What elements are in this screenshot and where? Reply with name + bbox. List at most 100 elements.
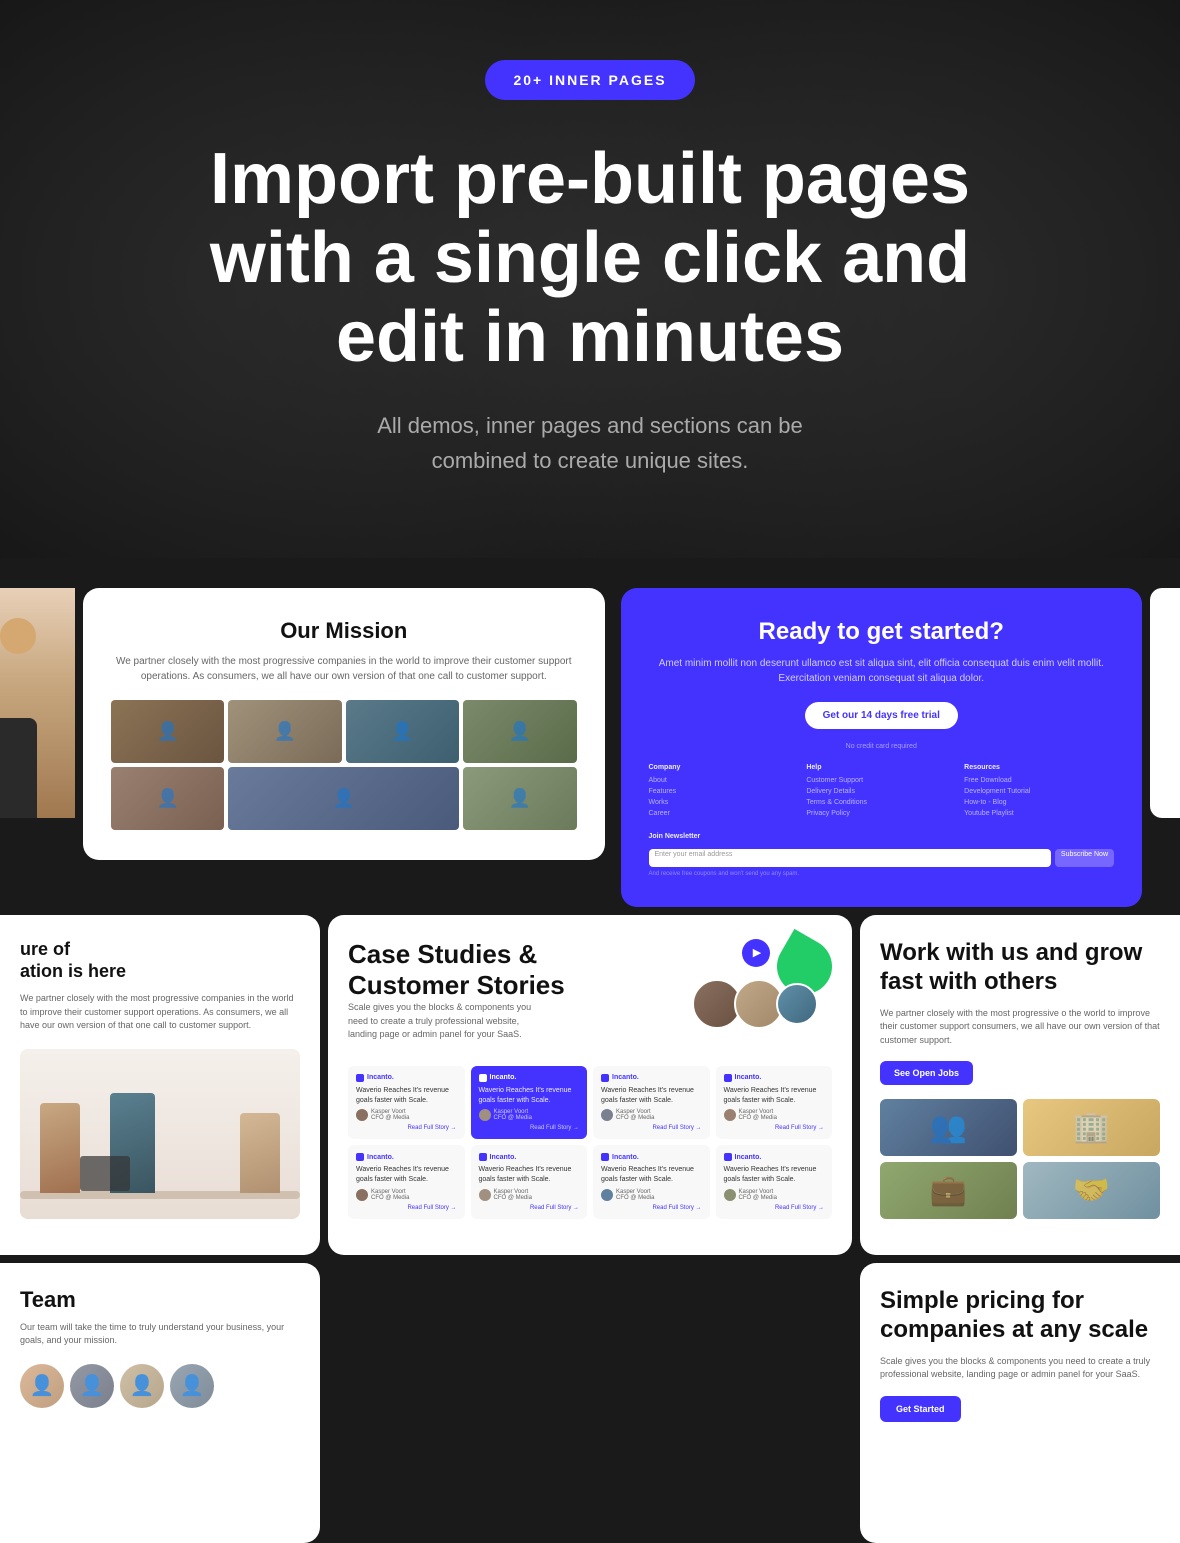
testimonial-text-6: Waverio Reaches It's revenue goals faste… (479, 1165, 580, 1185)
pricing-get-started-button[interactable]: Get Started (880, 1396, 961, 1422)
brand-7: Incanto. (601, 1153, 702, 1161)
mission-text: We partner closely with the most progres… (111, 654, 577, 684)
testimonial-text-5: Waverio Reaches It's revenue goals faste… (356, 1165, 457, 1185)
author-info-4: Kasper VoortCFO @ Media (739, 1109, 777, 1121)
footer-about: About (649, 777, 799, 784)
read-full-6[interactable]: Read Full Story → (479, 1205, 580, 1211)
work-photo-3: 💼 (880, 1162, 1017, 1219)
footer-delivery: Delivery Details (806, 788, 956, 795)
read-full-5[interactable]: Read Full Story → (356, 1205, 457, 1211)
brand-name-2: Incanto. (490, 1074, 517, 1081)
testimonial-text-4: Waverio Reaches It's revenue goals faste… (724, 1086, 825, 1106)
footer-features: Features (649, 788, 799, 795)
read-full-7[interactable]: Read Full Story → (601, 1205, 702, 1211)
person-1 (40, 1103, 80, 1193)
author-avatar-6 (479, 1189, 491, 1201)
work-photo-1: 👥 (880, 1099, 1017, 1156)
work-photo-2-icon: 🏢 (1023, 1099, 1160, 1156)
photo-4 (463, 700, 576, 763)
meeting-scene (20, 1049, 300, 1219)
work-photo-3-icon: 💼 (880, 1162, 1017, 1219)
author-4: Kasper VoortCFO @ Media (724, 1109, 825, 1121)
author-6: Kasper VoortCFO @ Media (479, 1189, 580, 1201)
footer-links: Company About Features Works Career Help… (649, 764, 1115, 817)
team-card: Team Our team will take the time to trul… (0, 1263, 320, 1543)
brand-dot-1 (356, 1074, 364, 1082)
brand-dot-7 (601, 1153, 609, 1161)
author-5: Kasper VoortCFO @ Media (356, 1189, 457, 1201)
inner-pages-badge: 20+ INNER PAGES (485, 60, 694, 100)
play-icon: ▶ (753, 946, 761, 959)
footer-youtube: Youtube Playlist (964, 810, 1114, 817)
work-photo-4-icon: 🤝 (1023, 1162, 1160, 1219)
read-full-4[interactable]: Read Full Story → (724, 1125, 825, 1131)
footer-privacy: Privacy Policy (806, 810, 956, 817)
cards-row-3: Team Our team will take the time to trul… (0, 1255, 1180, 1543)
work-photo-2: 🏢 (1023, 1099, 1160, 1156)
case-studies-decoration: ▶ (692, 939, 832, 1029)
free-trial-button[interactable]: Get our 14 days free trial (805, 702, 958, 729)
author-info-1: Kasper VoortCFO @ Media (371, 1109, 409, 1121)
photo-1 (111, 700, 224, 763)
author-avatar-7 (601, 1189, 613, 1201)
work-photos-grid: 👥 🏢 💼 🤝 (880, 1099, 1160, 1219)
read-full-8[interactable]: Read Full Story → (724, 1205, 825, 1211)
brand-dot-5 (356, 1153, 364, 1161)
author-info-8: Kasper VoortCFO @ Media (739, 1189, 777, 1201)
footer-howto: How-to - Blog (964, 799, 1114, 806)
see-jobs-button[interactable]: See Open Jobs (880, 1061, 973, 1085)
newsletter-subscribe-button[interactable]: Subscribe Now (1055, 849, 1114, 867)
footer-works: Works (649, 799, 799, 806)
author-avatar-3 (601, 1109, 613, 1121)
footer-terms: Terms & Conditions (806, 799, 956, 806)
brand-5: Incanto. (356, 1153, 457, 1161)
pricing-text: Scale gives you the blocks & components … (880, 1355, 1160, 1382)
footer-career: Career (649, 810, 799, 817)
hero-title: Import pre-built pages with a single cli… (140, 140, 1040, 378)
testimonial-text-8: Waverio Reaches It's revenue goals faste… (724, 1165, 825, 1185)
author-info-5: Kasper VoortCFO @ Media (371, 1189, 409, 1201)
read-full-2[interactable]: Read Full Story → (479, 1125, 580, 1131)
case-studies-title-wrap: Case Studies & Customer Stories Scale gi… (348, 939, 568, 1054)
pricing-card: Simple pricing for companies at any scal… (860, 1263, 1180, 1543)
team-member-4: 👤 (170, 1364, 214, 1408)
ready-text: Amet minim mollit non deserunt ullamco e… (649, 656, 1115, 686)
laptop-decoration (80, 1156, 130, 1191)
mission-title: Our Mission (111, 618, 577, 644)
footer-resources: Resources Free Download Development Tuto… (964, 764, 1114, 817)
era-title: ure ofation is here (20, 939, 300, 982)
work-title: Work with us and grow fast with others (880, 939, 1160, 997)
play-button-icon: ▶ (742, 939, 770, 967)
author-info-2: Kasper VoortCFO @ Media (494, 1109, 532, 1121)
footer-company: Company About Features Works Career (649, 764, 799, 817)
avatar-3 (776, 983, 818, 1025)
author-avatar-8 (724, 1189, 736, 1201)
brand-name-1: Incanto. (367, 1074, 394, 1081)
case-studies-card: Case Studies & Customer Stories Scale gi… (328, 915, 852, 1255)
read-full-1[interactable]: Read Full Story → (356, 1125, 457, 1131)
author-avatar-2 (479, 1109, 491, 1121)
newsletter-note: And receive free coupons and won't send … (649, 871, 1115, 877)
brand-name-7: Incanto. (612, 1154, 639, 1161)
team-avatars: 👤 👤 👤 👤 (20, 1364, 300, 1408)
brand-dot-6 (479, 1153, 487, 1161)
footer-free-download: Free Download (964, 777, 1114, 784)
photo-7 (463, 767, 576, 830)
author-2: Kasper VoortCFO @ Media (479, 1109, 580, 1121)
team-member-1: 👤 (20, 1364, 64, 1408)
read-full-3[interactable]: Read Full Story → (601, 1125, 702, 1131)
testimonial-1: Incanto. Waverio Reaches It's revenue go… (348, 1066, 465, 1140)
author-8: Kasper VoortCFO @ Media (724, 1189, 825, 1201)
brand-name-3: Incanto. (612, 1074, 639, 1081)
footer-customer-support: Customer Support (806, 777, 956, 784)
newsletter-email-field[interactable]: Enter your email address (649, 849, 1051, 867)
newsletter-header: Join Newsletter (649, 833, 701, 840)
brand-name-6: Incanto. (490, 1154, 517, 1161)
case-studies-header: Case Studies & Customer Stories Scale gi… (348, 939, 832, 1054)
person-3 (240, 1113, 280, 1193)
testimonial-7: Incanto. Waverio Reaches It's revenue go… (593, 1145, 710, 1219)
testimonial-6: Incanto. Waverio Reaches It's revenue go… (471, 1145, 588, 1219)
author-info-7: Kasper VoortCFO @ Media (616, 1189, 654, 1201)
brand-8: Incanto. (724, 1153, 825, 1161)
testimonial-5: Incanto. Waverio Reaches It's revenue go… (348, 1145, 465, 1219)
